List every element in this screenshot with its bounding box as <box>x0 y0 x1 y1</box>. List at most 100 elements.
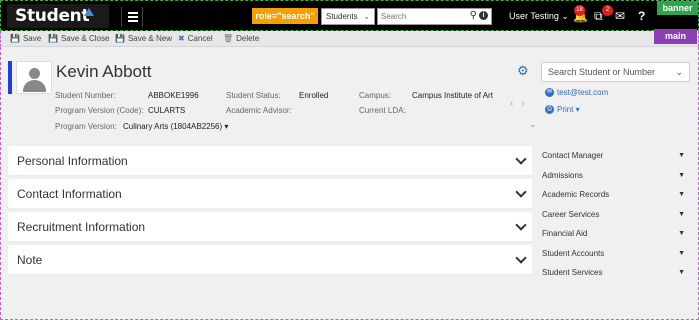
section-contact-information[interactable]: Contact Information <box>8 179 532 210</box>
user-name: User Testing <box>509 11 559 21</box>
cancel-button[interactable]: ✖ Cancel <box>178 34 213 43</box>
print-label: Print <box>557 105 574 114</box>
save-button[interactable]: 💾 Save <box>10 34 41 43</box>
student-name: Kevin Abbott <box>56 62 152 81</box>
chevron-down-icon[interactable] <box>517 155 526 164</box>
expand-header-icon[interactable]: ⌄ <box>529 119 537 130</box>
program-version-value: Culinary Arts (1804AB2256) <box>123 122 223 131</box>
email-link[interactable]: ✉ test@test.com <box>545 88 609 98</box>
notifications-badge: 18 <box>574 5 585 16</box>
student-search-placeholder: Search Student or Number <box>548 67 656 77</box>
nav-item-label: Contact Manager <box>542 151 604 160</box>
section-title: Personal Information <box>17 154 128 168</box>
campus-label: Campus: <box>359 91 392 100</box>
program-version-code-label: Program Version (Code): <box>55 106 144 115</box>
caret-down-icon: ▼ <box>678 249 685 257</box>
nav-item-label: Student Services <box>542 268 603 277</box>
chevron-right-icon[interactable]: › <box>521 98 532 109</box>
program-version-select[interactable]: Culinary Arts (1804AB2256) ▾ <box>123 122 228 131</box>
section-title: Recruitment Information <box>17 220 146 234</box>
brand-logo[interactable]: Student <box>7 4 109 28</box>
nav-item-admissions[interactable]: Admissions ▼ <box>542 166 688 186</box>
nav-item-student-services[interactable]: Student Services ▼ <box>542 263 688 283</box>
section-personal-information[interactable]: Personal Information <box>8 146 532 177</box>
section-title: Contact Information <box>17 187 122 201</box>
global-search-input[interactable] <box>378 9 458 24</box>
student-status-label: Student Status: <box>226 91 281 100</box>
nav-item-label: Student Accounts <box>542 248 605 258</box>
global-search: ⚲ i <box>377 8 492 25</box>
student-number-value: ABBOKE1996 <box>148 91 199 100</box>
main-landmark-tag: main <box>654 29 697 44</box>
brand-mark-icon <box>84 8 94 16</box>
chevron-down-icon: ⌄ <box>675 67 683 77</box>
academic-advisor-label: Academic Advisor: <box>226 106 292 115</box>
nav-item-label: Career Services <box>542 209 600 219</box>
student-header: Kevin Abbott Student Number: ABBOKE1996 … <box>8 57 537 139</box>
search-scope-value: Students <box>326 12 358 21</box>
program-version-label: Program Version: <box>55 122 117 131</box>
chevron-down-icon: ⌄ <box>363 12 370 21</box>
campus-value: Campus Institute of Art <box>412 91 493 100</box>
caret-down-icon: ▼ <box>678 230 685 237</box>
email-value: test@test.com <box>557 88 609 97</box>
cancel-label: Cancel <box>187 34 213 43</box>
search-icon[interactable]: ⚲ <box>470 10 477 21</box>
nav-item-label: Admissions <box>542 170 583 180</box>
banner-landmark-tag: banner <box>657 1 698 15</box>
chevron-down-icon[interactable] <box>517 188 526 197</box>
nav-item-academic-records[interactable]: Academic Records ▼ <box>542 185 688 205</box>
avatar[interactable] <box>16 61 52 94</box>
role-search-tag: role="search" <box>252 8 318 24</box>
section-recruitment-information[interactable]: Recruitment Information <box>8 212 532 243</box>
print-icon: ⎙ <box>545 105 554 115</box>
student-status-value: Enrolled <box>299 91 329 100</box>
hamburger-menu-icon[interactable] <box>121 7 143 27</box>
save-label: Save <box>22 34 42 43</box>
info-icon[interactable]: i <box>479 11 488 20</box>
nav-item-student-accounts[interactable]: Student Accounts ▼ <box>542 244 688 264</box>
record-nav-arrows: ‹› <box>510 98 533 109</box>
top-banner: Student role="search" Students ⌄ ⚲ i Use… <box>0 0 699 31</box>
chevron-down-icon[interactable] <box>517 221 526 230</box>
brand-name: Student <box>15 6 90 26</box>
nav-item-financial-aid[interactable]: Financial Aid ▼ <box>542 224 688 244</box>
search-scope-select[interactable]: Students ⌄ <box>321 8 375 25</box>
print-menu[interactable]: ⎙ Print ▾ <box>545 105 580 115</box>
module-nav: Contact Manager ▼ Admissions ▼ Academic Re… <box>542 146 688 283</box>
save-icon: 💾 <box>10 34 20 43</box>
nav-item-label: Academic Records <box>542 190 610 199</box>
save-new-icon: 💾 <box>115 34 125 43</box>
caret-down-icon: ▼ <box>678 269 685 276</box>
caret-down-icon: ▾ <box>573 105 580 114</box>
caret-down-icon: ▼ <box>678 171 685 179</box>
chevron-down-icon: ⌄ <box>561 11 569 21</box>
caret-down-icon: ▼ <box>678 152 685 159</box>
section-note[interactable]: Note <box>8 245 532 276</box>
mail-icon: ✉ <box>545 88 554 98</box>
caret-down-icon: ▼ <box>678 210 685 218</box>
student-search-select[interactable]: Search Student or Number ⌄ <box>541 62 690 82</box>
gear-icon[interactable]: ⚙ <box>517 64 529 77</box>
current-lda-label: Current LDA: <box>359 106 406 115</box>
save-close-button[interactable]: 💾 Save & Close <box>48 34 109 43</box>
save-new-button[interactable]: 💾 Save & New <box>115 34 172 43</box>
caret-down-icon: ▼ <box>678 191 685 198</box>
nav-item-contact-manager[interactable]: Contact Manager ▼ <box>542 146 688 166</box>
record-sections: Personal Information Contact Information… <box>8 146 532 278</box>
program-version-code-value: CULARTS <box>148 106 186 115</box>
chevron-down-icon[interactable] <box>517 254 526 263</box>
mail-icon[interactable]: ✉ <box>615 9 625 23</box>
nav-item-career-services[interactable]: Career Services ▼ <box>542 205 688 225</box>
delete-button[interactable]: 🗑 Delete <box>223 34 259 43</box>
help-icon[interactable]: ? <box>638 9 645 23</box>
nav-item-label: Financial Aid <box>542 229 588 238</box>
save-new-label: Save & New <box>127 34 172 43</box>
save-close-icon: 💾 <box>48 34 58 43</box>
trash-icon: 🗑 <box>223 34 234 43</box>
section-title: Note <box>17 253 43 267</box>
status-bar <box>8 61 12 94</box>
chevron-left-icon[interactable]: ‹ <box>510 98 521 109</box>
caret-down-icon: ▾ <box>222 122 229 131</box>
user-menu[interactable]: User Testing ⌄ <box>509 11 569 22</box>
